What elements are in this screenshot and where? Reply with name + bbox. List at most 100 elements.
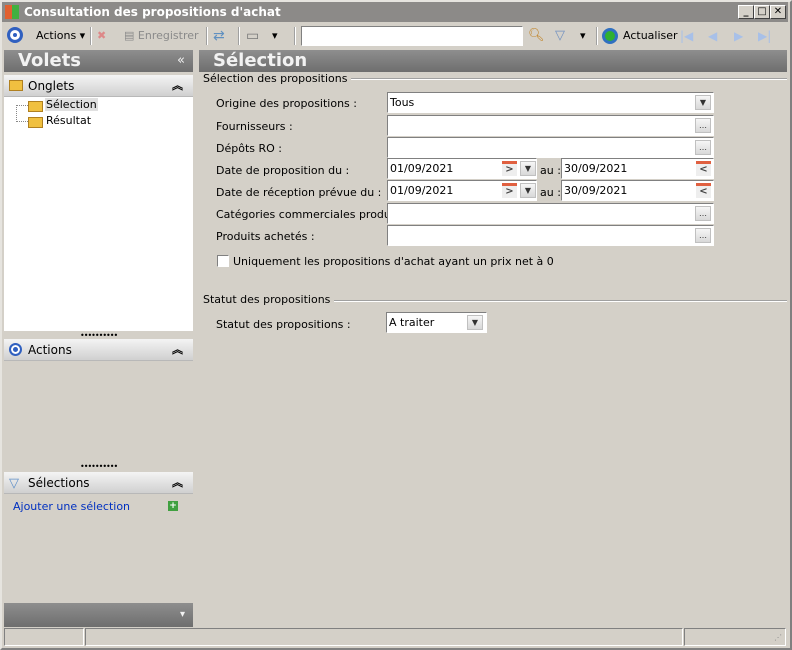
selections-label: Sélections	[28, 476, 90, 490]
toolbar: Actions ▾ ✖ ▤ Enregistrer ⇄ ▭ ▾ 🔍︎ ▽ ▾ A…	[2, 24, 788, 48]
ellipsis-button[interactable]: …	[695, 140, 711, 155]
origine-select[interactable]: Tous ▼	[387, 92, 714, 113]
chevron-down-icon[interactable]: ▼	[695, 95, 711, 110]
calendar-next-icon[interactable]: >	[502, 183, 517, 198]
next-icon[interactable]: ▶	[734, 28, 743, 44]
fournisseurs-label: Fournisseurs :	[216, 120, 293, 133]
categories-field[interactable]: …	[387, 203, 714, 224]
panel-footer: ▾	[4, 603, 193, 627]
date-proposition-label: Date de proposition du :	[216, 164, 350, 177]
folder-open-icon	[28, 101, 43, 112]
date-value: 30/09/2021	[564, 162, 628, 175]
actions-header[interactable]: Actions ︽	[4, 339, 193, 361]
separator	[596, 27, 598, 45]
page-title: Sélection	[213, 50, 308, 71]
statut-value: A traiter	[389, 316, 435, 329]
first-icon[interactable]: |◀	[680, 28, 693, 44]
chevron-down-icon[interactable]: ▼	[520, 183, 536, 198]
selections-header[interactable]: ▽ Sélections ︽	[4, 472, 193, 494]
date-reception-to[interactable]: 30/09/2021 <	[561, 180, 714, 201]
prix-net-label: Uniquement les propositions d'achat ayan…	[233, 255, 554, 268]
tree-item-selection[interactable]: Sélection	[45, 98, 98, 111]
actions-label: Actions	[28, 343, 72, 357]
delete-icon[interactable]: ✖	[97, 28, 106, 44]
statut-label: Statut des propositions :	[216, 318, 351, 331]
splitter-grip[interactable]: ••••••••••	[80, 462, 118, 471]
collapse-panel-icon[interactable]: «	[177, 50, 185, 72]
filter-icon: ▽	[9, 476, 19, 491]
title-bar: Consultation des propositions d'achat _ …	[2, 2, 788, 22]
onglets-header[interactable]: Onglets ︽	[4, 75, 193, 97]
origine-label: Origine des propositions :	[216, 97, 357, 110]
ellipsis-button[interactable]: …	[695, 118, 711, 133]
tree-item-resultat[interactable]: Résultat	[46, 114, 91, 127]
produits-label: Produits achetés :	[216, 230, 315, 243]
actions-icon	[7, 27, 23, 43]
previous-icon[interactable]: ◀	[708, 28, 717, 44]
date-reception-from[interactable]: 01/09/2021 > ▼	[387, 180, 537, 201]
actions-label: Actions	[36, 29, 77, 42]
statut-select[interactable]: A traiter ▼	[386, 312, 487, 333]
volets-header: Volets «	[4, 50, 193, 72]
origine-value: Tous	[390, 96, 415, 109]
calendar-prev-icon[interactable]: <	[696, 161, 711, 176]
window-title: Consultation des propositions d'achat	[24, 5, 281, 19]
date-value: 01/09/2021	[390, 184, 454, 197]
resize-grip-icon[interactable]: ⋰	[774, 633, 782, 642]
add-icon[interactable]: +	[168, 501, 178, 511]
close-button[interactable]: ✕	[770, 5, 786, 19]
calendar-next-icon[interactable]: >	[502, 161, 517, 176]
search-icon[interactable]: 🔍︎	[528, 28, 545, 44]
calendar-prev-icon[interactable]: <	[696, 183, 711, 198]
date-reception-label: Date de réception prévue du :	[216, 186, 382, 199]
chevron-down-icon[interactable]: ▼	[467, 315, 483, 330]
produits-field[interactable]: …	[387, 225, 714, 246]
date-proposition-from[interactable]: 01/09/2021 > ▼	[387, 158, 537, 179]
main-header: Sélection	[199, 50, 787, 72]
ellipsis-button[interactable]: …	[695, 206, 711, 221]
separator	[294, 27, 296, 45]
collapse-icon[interactable]: ︽	[172, 339, 183, 361]
separator	[206, 27, 208, 45]
filter-dropdown-icon[interactable]: ▾	[580, 28, 586, 44]
depots-field[interactable]: …	[387, 137, 714, 158]
date-proposition-to[interactable]: 30/09/2021 <	[561, 158, 714, 179]
actions-menu[interactable]: Actions ▾	[36, 28, 85, 44]
group-title: Sélection des propositions	[203, 72, 352, 85]
save-button[interactable]: ▤ Enregistrer	[124, 28, 199, 44]
sync-icon[interactable]: ⇄	[213, 28, 225, 44]
volets-title: Volets	[18, 50, 82, 71]
ellipsis-button[interactable]: …	[695, 228, 711, 243]
refresh-button[interactable]: Actualiser	[623, 28, 678, 44]
prix-net-checkbox[interactable]	[217, 255, 229, 267]
status-panel	[684, 628, 786, 646]
au-label: au :	[540, 186, 561, 199]
search-input[interactable]	[301, 26, 523, 46]
collapse-icon[interactable]: ︽	[172, 472, 183, 494]
separator	[238, 27, 240, 45]
minimize-button[interactable]: _	[738, 5, 754, 19]
depots-label: Dépôts RO :	[216, 142, 282, 155]
filter-icon[interactable]: ▽	[555, 28, 565, 44]
separator	[90, 27, 92, 45]
chevron-down-icon[interactable]: ▼	[520, 161, 536, 176]
maximize-button[interactable]: □	[754, 5, 770, 19]
folder-icon	[28, 117, 43, 128]
group-title: Statut des propositions	[203, 293, 335, 306]
collapse-icon[interactable]: ︽	[172, 75, 183, 97]
print-icon[interactable]: ▭	[246, 28, 259, 44]
actions-icon	[9, 343, 22, 356]
onglets-label: Onglets	[28, 79, 75, 93]
print-dropdown-icon[interactable]: ▾	[272, 28, 278, 44]
refresh-icon	[602, 28, 618, 44]
add-selection-link[interactable]: Ajouter une sélection	[13, 500, 130, 513]
folder-icon	[9, 80, 23, 91]
save-label: Enregistrer	[137, 29, 199, 42]
categories-label: Catégories commerciales produit :	[216, 208, 406, 221]
last-icon[interactable]: ▶|	[758, 28, 771, 44]
chevron-down-icon[interactable]: ▾	[180, 604, 185, 626]
tabs-tree: Sélection Résultat	[4, 97, 193, 331]
app-icon	[5, 5, 19, 19]
date-value: 01/09/2021	[390, 162, 454, 175]
fournisseurs-field[interactable]: …	[387, 115, 714, 136]
